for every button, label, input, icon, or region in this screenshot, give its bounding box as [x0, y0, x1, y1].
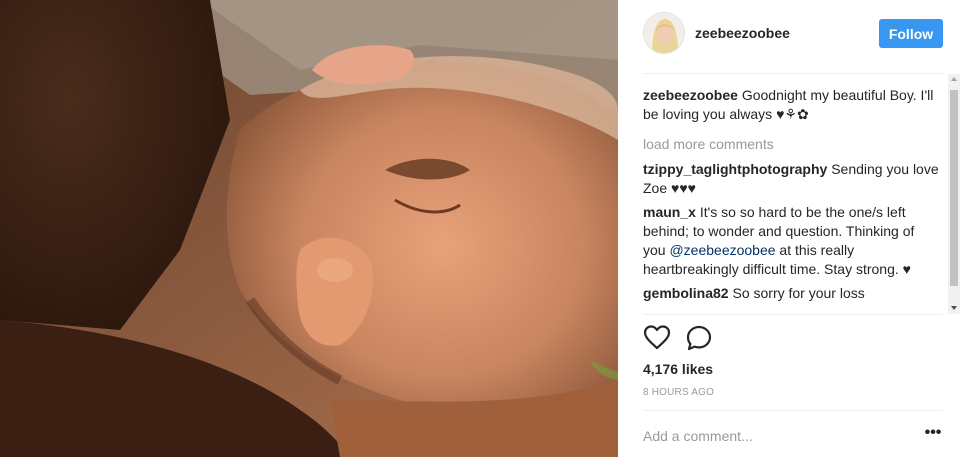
scroll-up-arrow-icon[interactable]: [951, 77, 957, 81]
add-comment-input[interactable]: [643, 426, 903, 446]
photo-image: [0, 0, 618, 457]
comment-username[interactable]: zeebeezoobee: [643, 87, 738, 103]
comment-username[interactable]: gembolina82: [643, 285, 729, 301]
scrollbar-thumb[interactable]: [950, 90, 958, 286]
comments-list: zeebeezoobee Goodnight my beautiful Boy.…: [643, 86, 939, 314]
header-username[interactable]: zeebeezoobee: [695, 25, 790, 41]
more-options-button[interactable]: •••: [923, 425, 943, 446]
mention-link[interactable]: @zeebeezoobee: [669, 242, 775, 258]
speech-bubble-icon[interactable]: [685, 324, 713, 352]
post-side-panel: zeebeezoobee Follow zeebeezoobee Goodnig…: [618, 0, 960, 457]
caption-comment: zeebeezoobee Goodnight my beautiful Boy.…: [643, 86, 939, 124]
load-more-comments-link[interactable]: load more comments: [643, 135, 939, 154]
comment-username[interactable]: tzippy_taglightphotography: [643, 161, 827, 177]
heart-outline-icon[interactable]: [643, 324, 671, 352]
post-timestamp[interactable]: 8 HOURS AGO: [643, 387, 714, 398]
post-photo[interactable]: [0, 0, 618, 457]
divider: [643, 410, 943, 411]
list-item: maun_x It's so so hard to be the one/s l…: [643, 203, 939, 279]
list-item: gembolina82 So sorry for your loss: [643, 284, 939, 303]
avatar-image: [644, 13, 684, 53]
follow-button[interactable]: Follow: [879, 19, 943, 48]
post-header: zeebeezoobee Follow: [618, 0, 960, 73]
scroll-down-arrow-icon[interactable]: [951, 306, 957, 310]
comment-text: So sorry for your loss: [732, 285, 865, 301]
list-item: tzippy_taglightphotography Sending you l…: [643, 160, 939, 198]
likes-count[interactable]: 4,176 likes: [643, 361, 713, 377]
avatar[interactable]: [643, 12, 685, 54]
divider: [643, 314, 943, 315]
comment-username[interactable]: maun_x: [643, 204, 696, 220]
divider: [643, 73, 943, 74]
comments-scrollbar[interactable]: [948, 74, 960, 314]
